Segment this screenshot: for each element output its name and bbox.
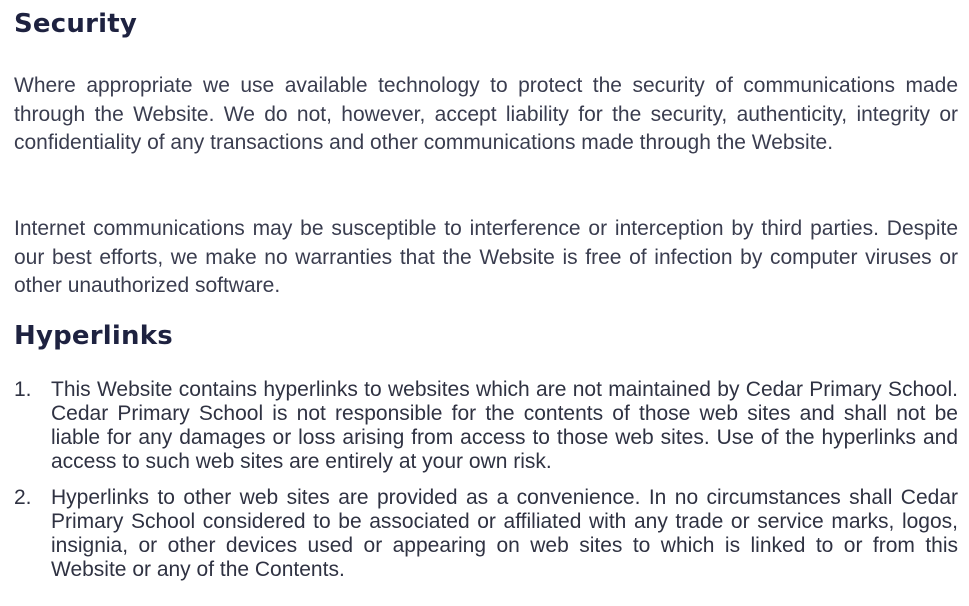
list-item: 2. Hyperlinks to other web sites are pro… [14, 486, 958, 582]
security-paragraph: Where appropriate we use available techn… [14, 74, 958, 155]
list-item-text: This Website contains hyperlinks to webs… [51, 378, 958, 473]
security-paragraph: Internet communications may be susceptib… [14, 217, 958, 298]
security-heading: Security [14, 9, 137, 39]
list-item: 1. This Website contains hyperlinks to w… [14, 378, 958, 474]
list-item-text: Hyperlinks to other web sites are provid… [51, 486, 958, 581]
list-item-number: 1. [14, 378, 32, 401]
list-item-number: 2. [14, 486, 32, 509]
hyperlinks-list: 1. This Website contains hyperlinks to w… [14, 378, 958, 594]
hyperlinks-heading: Hyperlinks [14, 321, 173, 351]
